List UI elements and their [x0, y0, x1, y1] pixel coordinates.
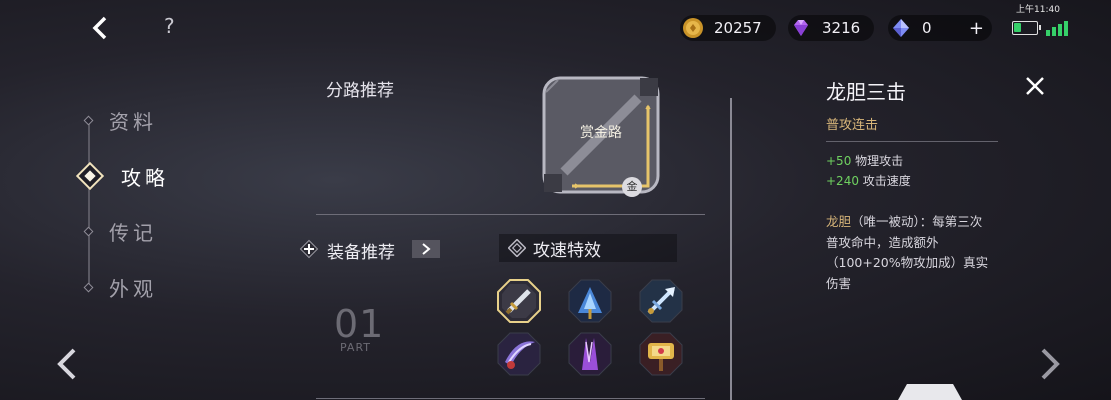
passive-name: 龙胆: [826, 214, 852, 229]
status-time: 上午11:40: [1016, 5, 1060, 15]
stat-row: +50 物理攻击: [826, 152, 903, 169]
nav-dot: [83, 282, 94, 292]
blue-blade-item-icon[interactable]: [568, 279, 612, 323]
nav-dot: [83, 226, 94, 236]
nav-label: 外观: [109, 276, 157, 301]
nav-track: [88, 118, 90, 290]
lane-name: 赏金路: [580, 125, 622, 141]
equipment-expand-button[interactable]: [412, 240, 440, 258]
gold-coin-icon: [683, 18, 703, 38]
item-name: 龙胆三击: [826, 80, 906, 104]
chevron-right-icon: [422, 243, 431, 255]
add-crystal-button[interactable]: +: [969, 18, 984, 39]
panel-divider: [730, 98, 732, 400]
purple-gem-icon: [794, 20, 808, 36]
stat-label: 物理攻击: [855, 154, 904, 168]
signal-icon: [1046, 20, 1068, 36]
divider: [316, 398, 705, 399]
stat-value: +50: [826, 154, 852, 168]
part-label: PART: [340, 341, 372, 354]
stat-value: +240: [826, 174, 859, 188]
chevron-left-icon: [92, 16, 107, 40]
chevron-right-icon: [1041, 348, 1060, 380]
stat-label: 攻击速度: [862, 174, 911, 188]
nav-label: 资料: [109, 109, 157, 134]
divider: [316, 214, 705, 215]
nav-dot: [83, 115, 94, 125]
divider: [826, 141, 998, 142]
previous-hero-button[interactable]: [52, 346, 82, 382]
nav-item-skins[interactable]: 外观: [82, 272, 202, 302]
part-number: 01: [334, 302, 385, 346]
gem-currency: 3216: [788, 15, 874, 41]
gold-amount: 20257: [714, 19, 762, 37]
chevron-left-icon: [57, 348, 76, 380]
crescent-blade-item-icon[interactable]: [497, 332, 541, 376]
gem-amount: 3216: [822, 19, 861, 37]
plus-diamond-icon: [299, 239, 319, 259]
nav-label: 攻略: [121, 165, 169, 190]
build-selector[interactable]: 攻速特效: [499, 234, 677, 262]
close-icon[interactable]: [1024, 75, 1046, 97]
crystal-amount: 0: [922, 19, 932, 37]
passive-description: 龙胆（唯一被动）：每第三次普攻命中，造成额外（100+20%物攻加成）真实伤害: [826, 212, 991, 294]
item-subtitle: 普攻连击: [826, 118, 879, 133]
build-name: 攻速特效: [533, 240, 601, 261]
battery-icon: [1012, 21, 1041, 35]
equipment-title: 装备推荐: [327, 243, 395, 263]
lane-badge: 金: [622, 177, 642, 197]
sword-item-icon[interactable]: [497, 279, 541, 323]
back-button[interactable]: [88, 14, 112, 42]
gold-currency: 20257: [680, 15, 776, 41]
golden-hammer-item-icon[interactable]: [639, 332, 683, 376]
nav-item-biography[interactable]: 传记: [82, 216, 202, 246]
help-button[interactable]: ?: [164, 14, 175, 38]
purple-claw-item-icon[interactable]: [568, 332, 612, 376]
stat-row: +240 攻击速度: [826, 172, 911, 189]
active-diamond-icon: [76, 162, 104, 190]
build-diamond-icon: [508, 239, 526, 257]
ice-spear-item-icon[interactable]: [639, 279, 683, 323]
passive-text: （唯一被动）：每第三次普攻命中，造成额外（100+20%物攻加成）真实伤害: [826, 214, 989, 291]
lane-title: 分路推荐: [326, 81, 394, 101]
next-hero-button[interactable]: [1035, 346, 1065, 382]
blue-crystal-icon: [893, 19, 909, 37]
nav-label: 传记: [109, 220, 157, 245]
crystal-currency: 0 +: [888, 15, 992, 41]
corner-decoration: [898, 384, 962, 400]
nav-item-profile[interactable]: 资料: [82, 105, 202, 135]
